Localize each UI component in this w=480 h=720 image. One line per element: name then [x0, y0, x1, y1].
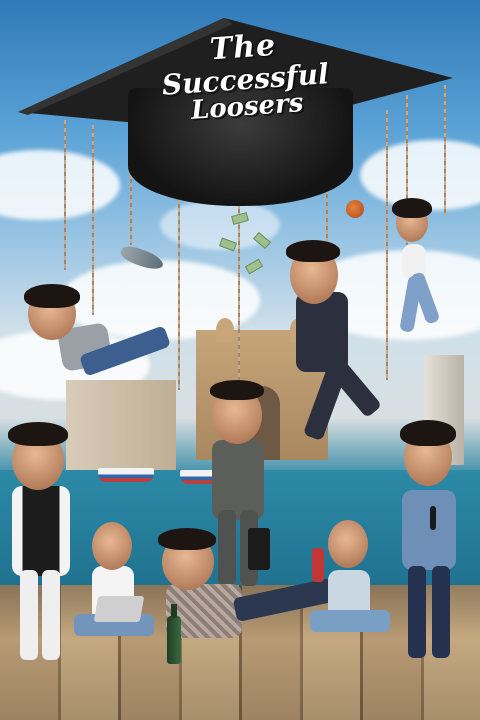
- movie-poster: The Successful Loosers: [0, 0, 480, 720]
- hanging-rope: [178, 200, 180, 390]
- hanging-rope: [64, 120, 66, 270]
- banknote-icon: [244, 258, 264, 275]
- poster-title: The Successful Loosers: [117, 21, 373, 130]
- basketball-icon: [346, 200, 364, 218]
- cloud: [0, 150, 120, 220]
- ferry-boat: [98, 468, 154, 482]
- fire-hydrant: [312, 548, 324, 582]
- hanging-rope: [92, 125, 94, 315]
- hanging-rope: [238, 205, 240, 385]
- briefcase-icon: [248, 528, 270, 570]
- wine-bottle-icon: [167, 604, 181, 664]
- laptop-icon: [93, 596, 145, 622]
- gateway-tower-left: [216, 318, 234, 342]
- hanging-rope: [386, 110, 388, 380]
- microphone-icon: [430, 506, 436, 530]
- hotel-building: [66, 380, 176, 470]
